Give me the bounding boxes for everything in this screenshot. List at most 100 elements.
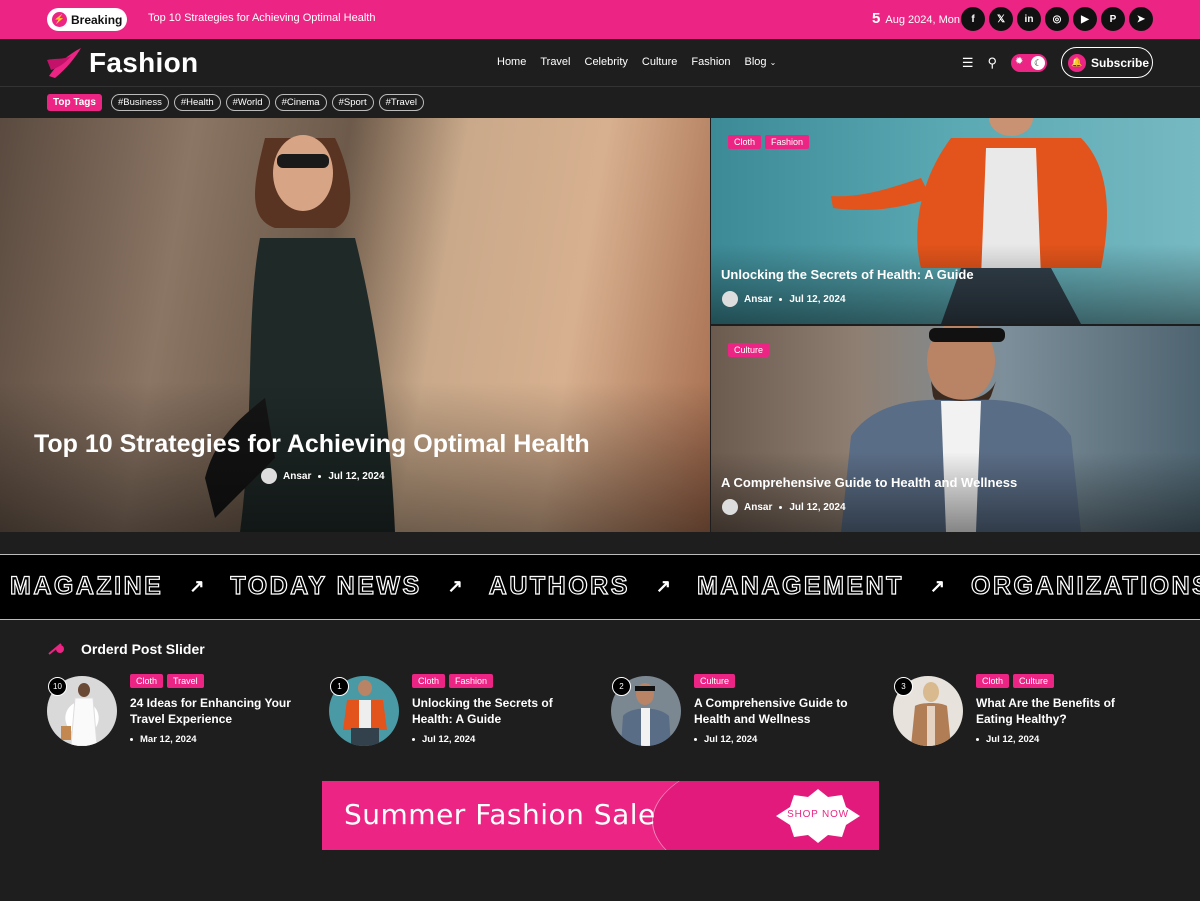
badge-culture[interactable]: Culture: [694, 674, 736, 688]
arrow-up-right-icon: ↗: [189, 576, 205, 596]
list-item[interactable]: 1 Cloth Fashion Unlocking the Secrets of…: [329, 673, 589, 753]
marquee-item[interactable]: MANAGEMENT: [696, 571, 904, 601]
menu-icon[interactable]: ☰: [962, 55, 974, 71]
author-name[interactable]: Ansar: [744, 294, 772, 305]
linkedin-icon[interactable]: in: [1017, 7, 1041, 31]
post-title[interactable]: What Are the Benefits of Eating Healthy?: [976, 695, 1151, 727]
author-name[interactable]: Ansar: [283, 471, 311, 482]
tag-business[interactable]: #Business: [111, 94, 169, 111]
post-badges: Cloth Fashion: [412, 674, 494, 688]
tag-cinema[interactable]: #Cinema: [274, 94, 327, 111]
site-logo[interactable]: Fashion: [47, 46, 198, 80]
meta-dot: [318, 474, 322, 478]
badge-cloth[interactable]: Cloth: [976, 674, 1010, 688]
nav-blog[interactable]: Blog ⌄: [745, 56, 777, 68]
author-name[interactable]: Ansar: [744, 502, 772, 513]
shop-now-button[interactable]: SHOP NOW: [774, 787, 862, 845]
lightning-icon: ⚡: [52, 12, 67, 27]
tag-world[interactable]: #World: [225, 94, 270, 111]
date-rest: Aug 2024, Mon: [885, 14, 960, 26]
logo-text: Fashion: [89, 47, 199, 78]
tag-sport[interactable]: #Sport: [331, 94, 374, 111]
nav-travel[interactable]: Travel: [540, 56, 570, 68]
badge-culture[interactable]: Culture: [1013, 674, 1055, 688]
post-date: Jul 12, 2024: [976, 734, 1039, 745]
pinterest-icon[interactable]: P: [1101, 7, 1125, 31]
shop-now-label: SHOP NOW: [787, 809, 849, 820]
post-title[interactable]: Unlocking the Secrets of Health: A Guide: [721, 267, 974, 282]
youtube-icon[interactable]: ▶: [1073, 7, 1097, 31]
post-title[interactable]: A Comprehensive Guide to Health and Well…: [721, 475, 1017, 490]
post-date: Jul 12, 2024: [328, 470, 385, 482]
instagram-icon[interactable]: ◎: [1045, 7, 1069, 31]
badge-travel[interactable]: Travel: [167, 674, 204, 688]
badge-cloth[interactable]: Cloth: [130, 674, 164, 688]
list-item[interactable]: 10 Cloth Travel 24 Ideas for Enhancing Y…: [47, 673, 307, 753]
date-day: 5: [872, 10, 881, 27]
nav-home[interactable]: Home: [497, 56, 526, 68]
hero-side-post-2[interactable]: Culture A Comprehensive Guide to Health …: [711, 326, 1200, 532]
nav-culture[interactable]: Culture: [642, 56, 677, 68]
x-icon[interactable]: 𝕏: [989, 7, 1013, 31]
chevron-down-icon: ⌄: [769, 58, 777, 67]
nav-blog-label: Blog: [744, 56, 767, 68]
facebook-icon[interactable]: f: [961, 7, 985, 31]
arrow-up-right-icon: ↗: [447, 576, 463, 596]
current-date: 5 Aug 2024, Mon: [872, 10, 960, 27]
post-meta: Ansar Jul 12, 2024: [722, 499, 846, 515]
badge-cloth[interactable]: Cloth: [412, 674, 446, 688]
marquee-item[interactable]: AUTHORS: [488, 571, 630, 601]
meta-dot: [779, 505, 783, 509]
list-item[interactable]: 3 Cloth Culture What Are the Benefits of…: [893, 673, 1153, 753]
search-icon[interactable]: ⚲: [987, 55, 997, 71]
tag-travel[interactable]: #Travel: [378, 94, 424, 111]
post-rank: 2: [612, 677, 631, 696]
list-item[interactable]: 2 Culture A Comprehensive Guide to Healt…: [611, 673, 871, 753]
hero-side-post-1[interactable]: Cloth Fashion Unlocking the Secrets of H…: [711, 118, 1200, 324]
badge-culture[interactable]: Culture: [728, 343, 770, 357]
post-badges: Culture: [728, 343, 770, 357]
telegram-icon[interactable]: ➤: [1129, 7, 1153, 31]
section-arrow-icon: [48, 643, 64, 655]
social-links: f 𝕏 in ◎ ▶ P ➤: [961, 7, 1153, 31]
badge-cloth[interactable]: Cloth: [728, 135, 762, 149]
post-overlay: [711, 244, 1200, 324]
post-title[interactable]: A Comprehensive Guide to Health and Well…: [694, 695, 869, 727]
subscribe-label: Subscribe: [1091, 55, 1150, 70]
post-title[interactable]: 24 Ideas for Enhancing Your Travel Exper…: [130, 695, 305, 727]
marquee-item[interactable]: MAGAZINE: [9, 571, 163, 601]
header-tools: ☰ ⚲ ✹ ☾ 🔔 Subscribe: [962, 47, 1153, 78]
tag-health[interactable]: #Health: [173, 94, 221, 111]
post-date: Jul 12, 2024: [694, 734, 757, 745]
moon-icon: ☾: [1031, 55, 1045, 70]
top-tags-label: Top Tags: [47, 94, 102, 111]
post-rank: 1: [330, 677, 349, 696]
site-header: Fashion Home Travel Celebrity Culture Fa…: [0, 39, 1200, 87]
hero-title[interactable]: Top 10 Strategies for Achieving Optimal …: [34, 430, 590, 459]
top-tags-bar: Top Tags #Business #Health #World #Cinem…: [0, 88, 1200, 118]
author-avatar: [261, 468, 277, 484]
post-date: Mar 12, 2024: [130, 734, 197, 745]
meta-dot: [779, 297, 783, 301]
nav-celebrity[interactable]: Celebrity: [585, 56, 628, 68]
breaking-label: Breaking: [71, 12, 123, 27]
hero-main-post[interactable]: Top 10 Strategies for Achieving Optimal …: [0, 118, 710, 532]
post-rank: 3: [894, 677, 913, 696]
subscribe-button[interactable]: 🔔 Subscribe: [1061, 47, 1153, 78]
dark-mode-toggle[interactable]: ✹ ☾: [1011, 53, 1047, 72]
banner-text: Summer Fashion Sale: [344, 798, 656, 831]
badge-fashion[interactable]: Fashion: [765, 135, 810, 149]
post-title[interactable]: Unlocking the Secrets of Health: A Guide: [412, 695, 587, 727]
main-nav: Home Travel Celebrity Culture Fashion Bl…: [497, 56, 790, 68]
breaking-headline-link[interactable]: Top 10 Strategies for Achieving Optimal …: [148, 12, 375, 24]
marquee-item[interactable]: ORGANIZATIONS: [970, 571, 1200, 601]
badge-fashion[interactable]: Fashion: [449, 674, 494, 688]
tag-list: #Business #Health #World #Cinema #Sport …: [111, 94, 424, 111]
hero-meta: Ansar Jul 12, 2024: [261, 468, 385, 484]
post-date: Jul 12, 2024: [789, 293, 846, 305]
ordered-post-list: 10 Cloth Travel 24 Ideas for Enhancing Y…: [47, 673, 1153, 753]
marquee-item[interactable]: TODAY NEWS: [230, 571, 421, 601]
summer-sale-banner[interactable]: Summer Fashion Sale SHOP NOW: [322, 781, 879, 850]
logo-wing-icon: [47, 48, 81, 78]
nav-fashion[interactable]: Fashion: [691, 56, 730, 68]
